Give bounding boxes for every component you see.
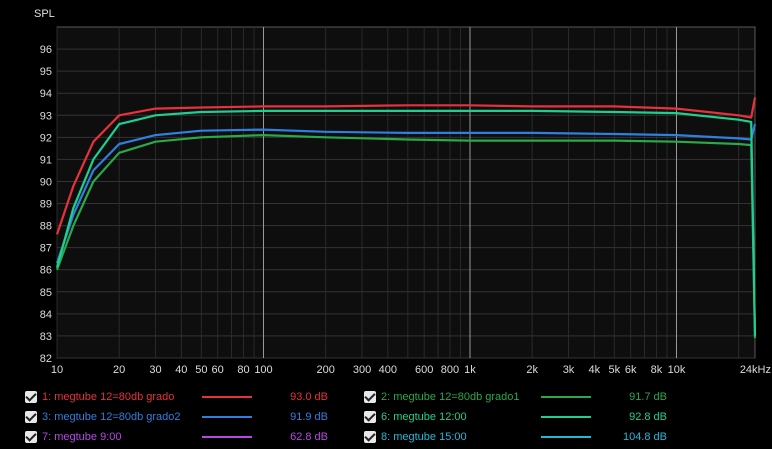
legend-value: 62.8 dB — [290, 431, 328, 443]
y-tick-label: 95 — [40, 66, 52, 78]
legend-item-8[interactable]: 8: megtube 15:00 104.8 dB — [364, 428, 667, 446]
legend-value: 104.8 dB — [622, 431, 667, 443]
y-axis-label: SPL — [34, 8, 55, 20]
y-tick-label: 92 — [40, 132, 52, 144]
legend-name: 7: megtube 9:00 — [42, 431, 122, 443]
x-tick-label: 50 — [195, 364, 207, 376]
legend-item-1[interactable]: 1: megtube 12=80db grado 93.0 dB — [25, 388, 328, 406]
y-tick-label: 85 — [40, 287, 52, 299]
legend-value: 91.7 dB — [629, 391, 667, 403]
x-tick-label: 8k — [651, 364, 663, 376]
x-tick-label: 6k — [625, 364, 637, 376]
x-tick-label: 10 — [51, 364, 63, 376]
plot-area — [56, 26, 756, 359]
x-tick-label: 30 — [149, 364, 161, 376]
x-tick-label: 5k — [609, 364, 621, 376]
y-tick-labels: 828384858687888990919293949596 — [40, 44, 52, 365]
x-tick-label: 100 — [254, 364, 272, 376]
legend-name: 1: megtube 12=80db grado — [42, 391, 175, 403]
x-tick-label: 4k — [589, 364, 601, 376]
y-tick-label: 93 — [40, 110, 52, 122]
legend-name: 6: megtube 12:00 — [381, 411, 467, 423]
y-tick-label: 83 — [40, 331, 52, 343]
legend-item-2[interactable]: 2: megtube 12=80db grado1 91.7 dB — [364, 388, 667, 406]
checkbox-checked-icon[interactable] — [364, 431, 376, 443]
legend-line-swatch — [541, 436, 591, 438]
spl-chart: SPL 828384858687888990919293949596 10 20 3… — [34, 8, 771, 376]
checkbox-checked-icon[interactable] — [364, 411, 376, 423]
y-tick-label: 94 — [40, 88, 52, 100]
x-tick-label: 600 — [415, 364, 433, 376]
y-tick-label: 88 — [40, 221, 52, 233]
legend-value: 93.0 dB — [290, 391, 328, 403]
legend-line-swatch — [541, 416, 591, 418]
y-tick-label: 84 — [40, 309, 52, 321]
x-tick-labels: 10 20 30 40 50 60 80 100 200 300 400 600 800 1k 2k 3k 4k… — [51, 364, 771, 376]
x-tick-label: 2k — [526, 364, 538, 376]
legend-value: 92.8 dB — [629, 411, 667, 423]
y-tick-label: 89 — [40, 199, 52, 211]
x-tick-label: 200 — [316, 364, 334, 376]
legend-line-swatch — [202, 416, 252, 418]
checkbox-checked-icon[interactable] — [25, 431, 37, 443]
legend-name: 8: megtube 15:00 — [381, 431, 467, 443]
legend-line-swatch — [541, 396, 591, 398]
x-tick-label: 10k — [668, 364, 686, 376]
legend-name: 3: megtube 12=80db grado2 — [42, 411, 181, 423]
x-tick-label: 300 — [353, 364, 371, 376]
y-tick-label: 91 — [40, 154, 52, 166]
x-tick-label: 400 — [379, 364, 397, 376]
legend-item-7[interactable]: 7: megtube 9:00 62.8 dB — [25, 428, 328, 446]
x-tick-label: 80 — [237, 364, 249, 376]
legend: 1: megtube 12=80db grado 93.0 dB 2: megt… — [0, 384, 772, 449]
legend-item-3[interactable]: 3: megtube 12=80db grado2 91.9 dB — [25, 408, 328, 426]
y-tick-label: 96 — [40, 44, 52, 56]
legend-line-swatch — [202, 396, 252, 398]
x-tick-label: 800 — [441, 364, 459, 376]
checkbox-checked-icon[interactable] — [25, 391, 37, 403]
x-tick-label: 3k — [563, 364, 575, 376]
legend-name: 2: megtube 12=80db grado1 — [381, 391, 520, 403]
y-tick-label: 90 — [40, 176, 52, 188]
x-tick-label: 40 — [175, 364, 187, 376]
checkbox-checked-icon[interactable] — [364, 391, 376, 403]
x-tick-label: 1k — [464, 364, 476, 376]
y-tick-label: 86 — [40, 265, 52, 277]
checkbox-checked-icon[interactable] — [25, 411, 37, 423]
legend-value: 91.9 dB — [290, 411, 328, 423]
y-tick-label: 87 — [40, 243, 52, 255]
legend-item-6[interactable]: 6: megtube 12:00 92.8 dB — [364, 408, 667, 426]
legend-line-swatch — [202, 436, 252, 438]
x-tick-label: 24kHz — [740, 364, 771, 376]
x-tick-label: 20 — [113, 364, 125, 376]
x-tick-label: 60 — [212, 364, 224, 376]
